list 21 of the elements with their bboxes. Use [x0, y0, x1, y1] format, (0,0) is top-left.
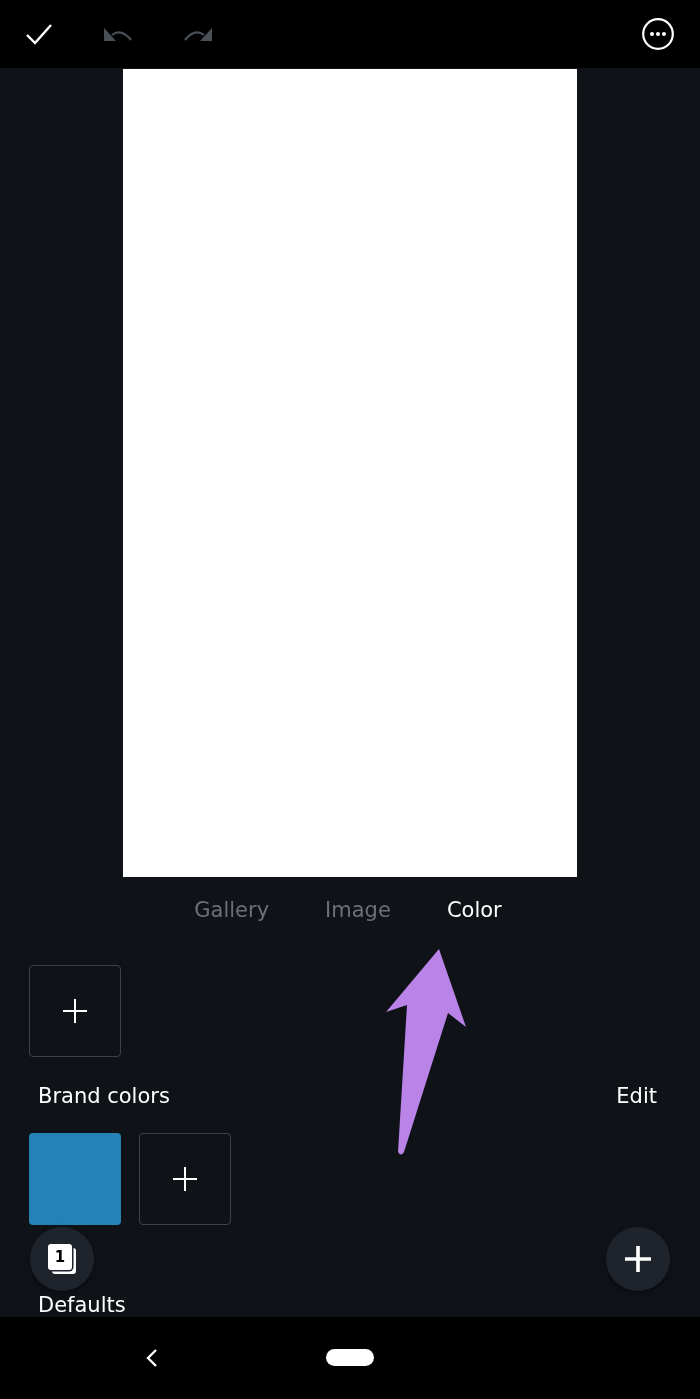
tab[interactable]: Image [325, 896, 391, 924]
back-icon [146, 1349, 158, 1367]
more-options-icon [642, 18, 674, 50]
pages-button[interactable]: 1 [30, 1227, 94, 1291]
tab[interactable]: Color [446, 896, 502, 924]
edit-link[interactable]: Edit [616, 1081, 657, 1111]
plus-icon [173, 1167, 197, 1191]
done-button[interactable] [26, 23, 52, 45]
add-color-button[interactable] [29, 965, 121, 1057]
add-brand-color-button[interactable] [139, 1133, 231, 1225]
section-title: Defaults [37, 1293, 126, 1317]
more-button[interactable] [642, 18, 674, 50]
undo-icon [104, 26, 132, 42]
plus-icon [63, 999, 87, 1023]
color-swatch[interactable] [29, 1133, 121, 1225]
redo-icon [184, 26, 212, 42]
tab[interactable]: Gallery [194, 896, 270, 924]
section-title: Brand colors [38, 1083, 170, 1110]
checkmark-icon [26, 23, 52, 45]
home-button[interactable] [326, 1349, 374, 1366]
plus-icon [625, 1246, 651, 1272]
